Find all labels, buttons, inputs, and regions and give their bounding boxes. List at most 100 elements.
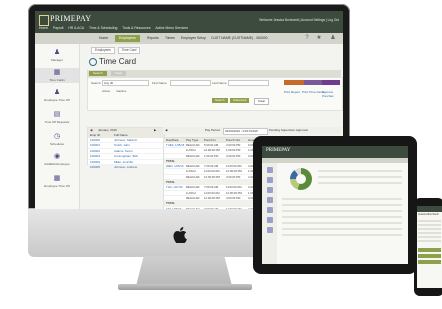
emp-name[interactable]: Smith, John [114,143,130,147]
grid-cell: REGULAR [186,195,200,200]
active-checkbox[interactable]: Active [102,89,110,93]
welcome-text[interactable]: Welcome Jessica Borchardt | Account Sett… [259,18,339,22]
tab-home[interactable]: Home [95,35,112,42]
content-tabs: Employees Time Card [91,47,142,54]
tablet-nav-icon[interactable] [266,187,273,193]
grid-cell[interactable]: THU, 1/07/16 [166,185,183,189]
tablet-nav: PRIMEPAY [262,146,408,158]
help-icon[interactable]: ? [303,34,311,42]
icon-button[interactable] [330,80,340,85]
sidebar-item-employee-time-off[interactable]: ♟ Employee Time Off [35,88,79,103]
first-name-input[interactable] [170,80,211,86]
emp-name[interactable]: Miller, Jennifer [114,160,133,164]
tablet-nav-icon[interactable] [266,197,273,203]
emp-name[interactable]: Johnson, Andrew [114,165,137,169]
grid-cell[interactable]: WED, 1/06/16 [166,164,183,168]
sidebar-item-time-off-requests[interactable]: ▤ Time Off Requests [35,110,79,125]
grid-cell: 1:00:00 PM [204,153,219,158]
sidebar-item-manager[interactable]: ♟ Manager [35,48,79,63]
clear-tab-button[interactable]: Clear [111,71,127,76]
grid-cell: 12:00:00 PM [204,148,220,153]
menu-active-services[interactable]: Active Menu Services [155,26,188,30]
emp-name[interactable]: Adams, Kevin [114,149,133,153]
grid-cell: 12:00:00 PM [226,169,242,174]
advanced-button[interactable]: Advanced [230,98,250,103]
grid-cell: REGULAR [186,143,200,147]
sidebar-item-add-edit-employee[interactable]: ◉ Add/Edit Employee [35,152,79,167]
grid-cell: REGULAR [186,174,200,179]
approve-punches-link[interactable]: Approve Punches [322,90,342,98]
tablet-brand[interactable]: PRIMEPAY [266,148,290,153]
tab-employees[interactable]: Employees [115,35,140,42]
calendar-icon: ▦ [53,175,61,182]
tab-reports[interactable]: Reports [143,35,163,42]
brand-name[interactable]: PRIMEPAY [50,14,91,23]
sidebar-item-schedules[interactable]: ◷ Schedules [35,132,79,147]
menu-home[interactable]: Home [39,26,48,30]
inactive-checkbox[interactable]: Inactive [116,89,126,93]
sidebar-item-time-cards[interactable]: ▦ Time Cards [35,68,79,83]
sidebar-label: Employee Time Off [44,184,70,188]
tablet-row [318,182,402,184]
tablet-screen: PRIMEPAY [262,146,408,264]
phone-action-button[interactable] [418,260,441,264]
last-name-input[interactable] [228,80,269,86]
grid-cell: 4:00:00 PM [226,174,241,179]
content-tab-time-card[interactable]: Time Card [117,47,141,54]
user-icon[interactable]: ♟ [329,34,337,42]
search-tab-button[interactable]: Search [89,71,107,76]
tablet-row [282,234,402,236]
sub-navigation: Home Employees Reports Tiimes Employee S… [35,33,343,44]
search-button[interactable]: Search [212,98,228,103]
grid-cell: LUNCH [186,148,196,153]
grid-cell: 4:00:00 PM [226,195,241,200]
grid-cell: 11:00:00 AM [226,185,242,190]
grid-cell: REGULAR [186,164,200,169]
primepay-logo-icon [39,15,49,26]
grid-cell: 12:00:00 PM [226,190,242,195]
status-submitted[interactable] [304,80,324,85]
phone-row [418,220,441,222]
main-menu: Home Payroll HR & ACA Time & Scheduling … [39,26,192,30]
search-input[interactable]: Any ID [102,80,149,86]
add-employee-icon: ◉ [53,153,61,160]
emp-id: 100001 [90,143,101,148]
sidebar: ♟ Manager ▦ Time Cards ♟ Employee Time O… [35,44,80,209]
tablet-nav-icon[interactable] [266,177,273,183]
menu-hr-aca[interactable]: HR & ACA [68,26,84,30]
grid-cell: 11:00:00 AM [204,169,220,174]
grid-cell[interactable]: TOTAL [166,159,175,163]
tab-employee-setup[interactable]: Employee Setup [177,35,210,42]
sidebar-item-employee-time-off-2[interactable]: ▦ Employee Time Off [35,174,79,189]
menu-tools-resources[interactable]: Tools & Resources [122,26,150,30]
grid-cell: 11:00:00 AM [226,164,242,169]
pay-period-select[interactable]: 01/04/2016 - 01/17/2016 [223,128,268,135]
tablet-nav-icon[interactable] [266,167,273,173]
tablet-nav-icon[interactable] [266,207,273,213]
emp-name[interactable]: Cunningham, Bob [114,154,138,158]
grid-cell[interactable]: TOTAL [166,201,175,205]
sidebar-label: Schedules [49,142,64,146]
filter-panel: Search Any ID First Name Last Name Activ… [87,77,343,111]
grid-cell: 7:00:00 AM [204,164,219,169]
tablet-nav-icon[interactable] [266,227,273,233]
grid-cell[interactable]: FRI, 1/08/16 [166,207,181,209]
clear-button[interactable]: Clear [254,98,270,105]
list-item[interactable]: 100005 Johnson, Andrew [88,165,164,171]
menu-time-scheduling[interactable]: Time & Scheduling [89,26,117,30]
grid-cell[interactable]: TUES, 1/05/16 [166,143,184,147]
tablet-nav-icon[interactable] [266,217,273,223]
company-name: CUST NAME (CUSTNAME) - 084300 [211,36,268,40]
content-tab-employees[interactable]: Employees [91,47,115,54]
grid-cell: 4:00:00 PM [226,143,241,147]
apple-logo-icon [170,225,190,245]
star-icon[interactable]: ★ [315,34,323,42]
phone-action-button[interactable] [418,254,441,258]
phone-action-button[interactable] [418,248,441,252]
print-report-link[interactable]: Print Report [284,90,300,94]
prev-period-icon[interactable]: ◀ [165,127,167,134]
menu-payroll[interactable]: Payroll [53,26,63,30]
grid-cell[interactable]: TOTAL [166,180,175,184]
emp-name[interactable]: Johnson, Mark R. [114,138,138,142]
print-time-cards-link[interactable]: Print Time Cards [302,90,324,94]
